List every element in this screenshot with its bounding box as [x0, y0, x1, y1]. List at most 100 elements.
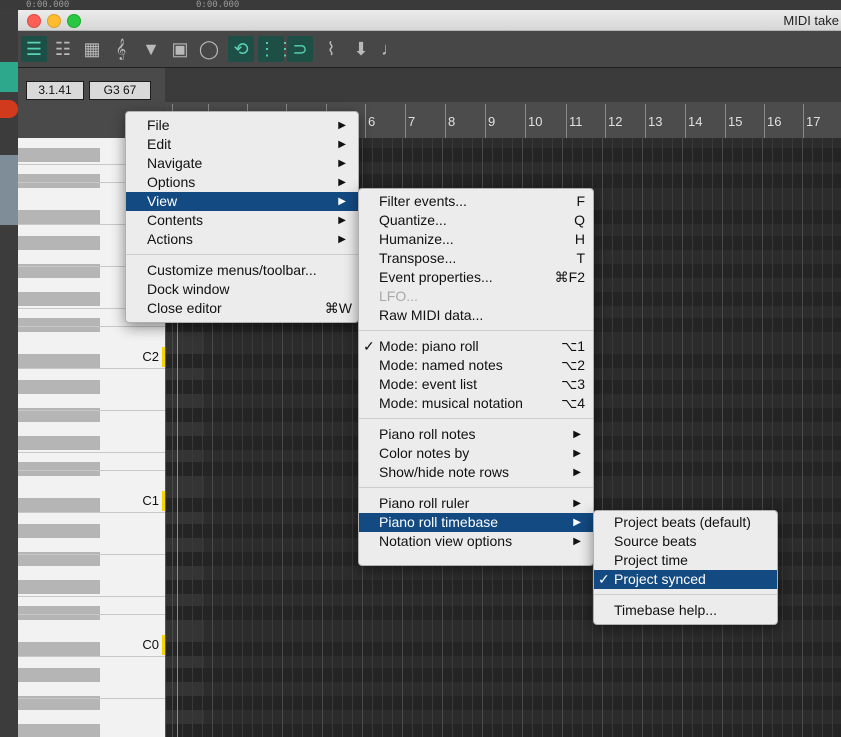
black-key[interactable]: [18, 148, 100, 162]
checkmark-icon: ✓: [363, 338, 375, 354]
grid-line: [832, 138, 833, 737]
timebase-source-beats[interactable]: Source beats: [594, 532, 777, 551]
view-filter-events[interactable]: Filter events... F: [359, 192, 593, 211]
octave-label: C2: [142, 349, 159, 364]
menu-item-edit[interactable]: Edit ▶: [126, 135, 358, 154]
menu-item-label: Event properties...: [379, 269, 493, 285]
black-key[interactable]: [18, 436, 100, 450]
ruler-tick: [445, 104, 446, 138]
view-event-properties[interactable]: Event properties... ⌘F2: [359, 268, 593, 287]
menu-item-label: Notation view options: [379, 533, 513, 549]
black-key[interactable]: [18, 498, 100, 512]
close-window-button[interactable]: [27, 14, 41, 28]
black-key[interactable]: [18, 380, 100, 394]
timebase-help[interactable]: Timebase help...: [594, 601, 777, 620]
grid-line: [622, 138, 623, 737]
step-input-icon[interactable]: ⌇: [318, 36, 344, 62]
editor-context-menu: File ▶ Edit ▶ Navigate ▶ Options ▶ View ▶ Contents…: [125, 111, 359, 323]
ruler-bar-number: 11: [569, 114, 583, 129]
view-piano-roll-timebase[interactable]: Piano roll timebase ▶: [359, 513, 593, 532]
menu-item-label: Mode: named notes: [379, 357, 503, 373]
menu-item-contents[interactable]: Contents ▶: [126, 211, 358, 230]
media-item-icon[interactable]: ▣: [167, 36, 193, 62]
note-field[interactable]: G3 67: [89, 81, 151, 100]
menu-item-close-editor[interactable]: Close editor ⌘W: [126, 299, 358, 318]
view-color-notes-by[interactable]: Color notes by ▶: [359, 444, 593, 463]
timebase-project-beats[interactable]: Project beats (default): [594, 513, 777, 532]
timebase-project-synced[interactable]: ✓ Project synced: [594, 570, 777, 589]
view-piano-roll-ruler[interactable]: Piano roll ruler ▶: [359, 494, 593, 513]
black-key[interactable]: [18, 318, 100, 332]
submenu-arrow-icon: ▶: [573, 429, 581, 440]
view-transpose[interactable]: Transpose... T: [359, 249, 593, 268]
ruler-bar-number: 16: [767, 114, 782, 129]
menu-item-shortcut: Q: [574, 212, 585, 228]
black-key[interactable]: [18, 642, 100, 656]
view-lfo[interactable]: LFO...: [359, 287, 593, 306]
view-humanize[interactable]: Humanize... H: [359, 230, 593, 249]
grid-line: [702, 138, 703, 737]
title-bar[interactable]: MIDI take: [18, 10, 841, 31]
view-piano-roll-notes[interactable]: Piano roll notes ▶: [359, 425, 593, 444]
background-track-panel: [0, 10, 18, 737]
grid-line: [602, 138, 603, 737]
insert-icon[interactable]: ⬇: [348, 36, 374, 62]
grid-line: [632, 138, 633, 737]
menu-item-file[interactable]: File ▶: [126, 116, 358, 135]
event-list-view-icon[interactable]: ▦: [79, 36, 105, 62]
black-key[interactable]: [18, 174, 100, 188]
menu-item-options[interactable]: Options ▶: [126, 173, 358, 192]
menu-item-label: Project time: [614, 552, 688, 568]
timebase-project-time[interactable]: Project time: [594, 551, 777, 570]
key-divider: [18, 470, 165, 471]
black-key[interactable]: [18, 580, 100, 594]
menu-item-navigate[interactable]: Navigate ▶: [126, 154, 358, 173]
note-icon[interactable]: ♩: [377, 36, 403, 62]
view-notation-options[interactable]: Notation view options ▶: [359, 532, 593, 551]
loop-icon[interactable]: ◯: [196, 36, 222, 62]
black-key[interactable]: [18, 354, 100, 368]
menu-item-actions[interactable]: Actions ▶: [126, 230, 358, 249]
menu-item-label: Customize menus/toolbar...: [147, 262, 317, 278]
menu-item-label: Source beats: [614, 533, 697, 549]
background-time-left: 0:00.000: [26, 0, 70, 10]
view-mode-piano-roll[interactable]: ✓ Mode: piano roll ⌥1: [359, 337, 593, 356]
named-notes-view-icon[interactable]: ☷: [50, 36, 76, 62]
zoom-window-button[interactable]: [67, 14, 81, 28]
menu-item-dock-window[interactable]: Dock window: [126, 280, 358, 299]
menu-item-label: Transpose...: [379, 250, 457, 266]
grid-line: [782, 138, 783, 737]
black-key-row: [166, 642, 841, 656]
grid-line: [792, 138, 793, 737]
menu-item-shortcut: T: [576, 250, 585, 266]
view-mode-event-list[interactable]: Mode: event list ⌥3: [359, 375, 593, 394]
menu-item-view[interactable]: View ▶: [126, 192, 358, 211]
background-transport-strip: 0:00.000 0:00.000: [0, 0, 841, 10]
grid-line: [692, 138, 693, 737]
view-show-hide-note-rows[interactable]: Show/hide note rows ▶: [359, 463, 593, 482]
notation-view-icon[interactable]: 𝄞: [108, 36, 134, 62]
view-mode-named-notes[interactable]: Mode: named notes ⌥2: [359, 356, 593, 375]
view-quantize[interactable]: Quantize... Q: [359, 211, 593, 230]
black-key[interactable]: [18, 292, 100, 306]
wrap-icon[interactable]: ⊃: [287, 36, 313, 62]
black-key[interactable]: [18, 462, 100, 476]
filter-icon[interactable]: ▼: [138, 36, 164, 62]
black-key[interactable]: [18, 210, 100, 224]
black-key[interactable]: [18, 724, 100, 737]
view-mode-musical-notation[interactable]: Mode: musical notation ⌥4: [359, 394, 593, 413]
black-key[interactable]: [18, 524, 100, 538]
piano-roll-view-icon[interactable]: ☰: [21, 36, 47, 62]
grid-icon[interactable]: ⋮⋮: [258, 36, 294, 62]
snap-icon[interactable]: ⟲: [228, 36, 254, 62]
black-key[interactable]: [18, 236, 100, 250]
grid-line: [772, 138, 773, 737]
menu-item-shortcut: ⌥4: [561, 395, 585, 411]
view-raw-midi-data[interactable]: Raw MIDI data...: [359, 306, 593, 325]
menu-item-customize[interactable]: Customize menus/toolbar...: [126, 261, 358, 280]
black-key[interactable]: [18, 668, 100, 682]
position-field[interactable]: 3.1.41: [26, 81, 84, 100]
minimize-window-button[interactable]: [47, 14, 61, 28]
background-time-right: 0:00.000: [196, 0, 240, 10]
black-key[interactable]: [18, 606, 100, 620]
